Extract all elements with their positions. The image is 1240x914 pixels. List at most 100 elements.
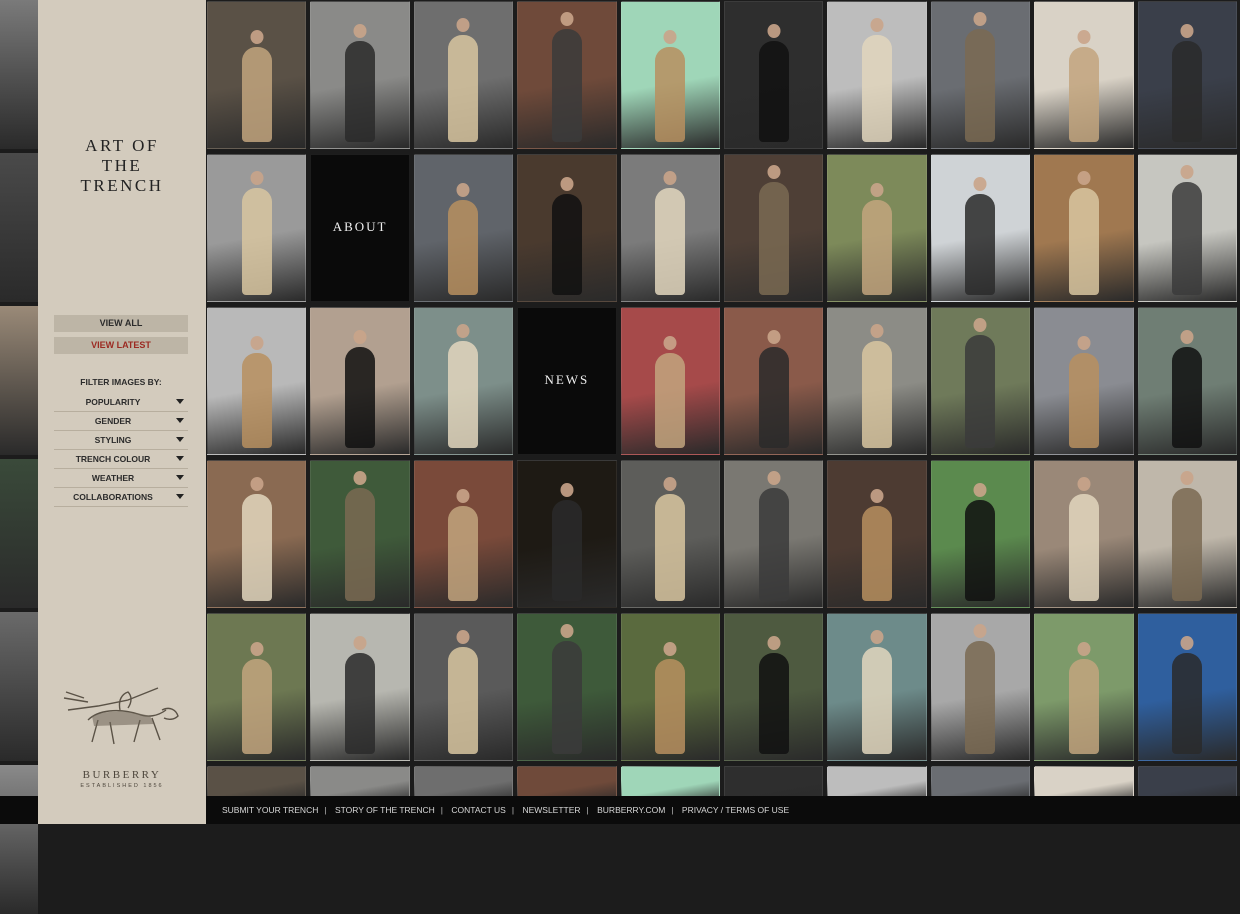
trench-figure: [862, 341, 893, 448]
photo-tile[interactable]: [827, 460, 927, 608]
filter-gender-dropdown[interactable]: GENDER: [54, 412, 188, 431]
photo-tile[interactable]: [930, 766, 1031, 796]
photo-tile[interactable]: [620, 1, 720, 149]
photo-tile[interactable]: [827, 766, 927, 796]
photo-tile[interactable]: [413, 1, 514, 149]
photo-tile[interactable]: [724, 766, 824, 796]
trench-figure: [758, 653, 789, 754]
figure-head: [663, 477, 677, 491]
footer-link-submit[interactable]: SUBMIT YOUR TRENCH: [222, 805, 318, 815]
filter-styling-dropdown[interactable]: STYLING: [54, 431, 188, 450]
trench-figure: [551, 194, 582, 295]
edge-photo[interactable]: [0, 765, 38, 914]
photo-tile[interactable]: [724, 154, 824, 302]
photo-tile[interactable]: [620, 154, 720, 302]
photo-tile[interactable]: [1034, 460, 1134, 608]
footer-link-burberry[interactable]: BURBERRY.COM: [597, 805, 665, 815]
photo-tile[interactable]: [724, 460, 824, 608]
photo-tile[interactable]: [517, 460, 617, 608]
figure-head: [456, 630, 470, 644]
about-tile[interactable]: ABOUT: [310, 154, 410, 302]
photo-tile[interactable]: [413, 613, 514, 761]
photo-tile[interactable]: [310, 613, 410, 761]
brand-name[interactable]: BURBERRY: [38, 769, 206, 781]
photo-tile[interactable]: [930, 460, 1031, 608]
figure-head: [870, 183, 884, 197]
photo-tile[interactable]: [724, 613, 824, 761]
trench-figure: [551, 29, 582, 142]
photo-tile[interactable]: [1034, 613, 1134, 761]
photo-tile[interactable]: [413, 154, 514, 302]
view-latest-button[interactable]: VIEW LATEST: [54, 337, 188, 354]
chevron-down-icon: [176, 475, 184, 480]
photo-tile[interactable]: [1137, 766, 1237, 796]
trench-figure: [1068, 659, 1099, 754]
photo-tile[interactable]: [930, 307, 1031, 455]
photo-tile[interactable]: [620, 460, 720, 608]
photo-tile[interactable]: [1034, 1, 1134, 149]
figure-head: [456, 489, 470, 503]
edge-photo[interactable]: [0, 459, 38, 608]
photo-tile[interactable]: [517, 613, 617, 761]
photo-tile[interactable]: [517, 1, 617, 149]
filter-weather-dropdown[interactable]: WEATHER: [54, 469, 188, 488]
photo-tile[interactable]: [930, 1, 1031, 149]
edge-photo[interactable]: [0, 153, 38, 302]
footer-link-newsletter[interactable]: NEWSLETTER: [522, 805, 580, 815]
footer-link-story[interactable]: STORY OF THE TRENCH: [335, 805, 435, 815]
footer-separator: |: [440, 805, 443, 815]
edge-photo[interactable]: [0, 0, 38, 149]
photo-tile[interactable]: [207, 766, 307, 796]
view-all-button[interactable]: VIEW ALL: [54, 315, 188, 332]
photo-tile[interactable]: [930, 154, 1031, 302]
photo-tile[interactable]: [1034, 307, 1134, 455]
filter-trench-colour-dropdown[interactable]: TRENCH COLOUR: [54, 450, 188, 469]
footer-link-contact[interactable]: CONTACT US: [451, 805, 505, 815]
photo-tile[interactable]: [413, 307, 514, 455]
photo-tile[interactable]: [1137, 154, 1237, 302]
photo-tile[interactable]: [827, 154, 927, 302]
photo-tile[interactable]: [827, 613, 927, 761]
figure-head: [250, 642, 264, 656]
photo-tile[interactable]: [1137, 307, 1237, 455]
photo-tile[interactable]: [1137, 613, 1237, 761]
photo-tile[interactable]: [620, 307, 720, 455]
photo-tile[interactable]: [207, 154, 307, 302]
photo-tile[interactable]: [724, 1, 824, 149]
footer-link-privacy[interactable]: PRIVACY / TERMS OF USE: [682, 805, 789, 815]
trench-figure: [448, 35, 479, 142]
figure-head: [456, 183, 470, 197]
photo-tile[interactable]: [207, 613, 307, 761]
photo-tile[interactable]: [930, 613, 1031, 761]
photo-tile[interactable]: [517, 766, 617, 796]
photo-tile[interactable]: [620, 613, 720, 761]
photo-tile[interactable]: [310, 1, 410, 149]
photo-tile[interactable]: [1034, 766, 1134, 796]
site-title[interactable]: ART OF THE TRENCH: [38, 136, 206, 196]
photo-tile[interactable]: [413, 766, 514, 796]
photo-tile[interactable]: [827, 1, 927, 149]
photo-tile[interactable]: [207, 1, 307, 149]
news-tile[interactable]: NEWS: [517, 307, 617, 455]
photo-tile[interactable]: [1137, 1, 1237, 149]
edge-photo[interactable]: [0, 306, 38, 455]
photo-tile[interactable]: [1034, 154, 1134, 302]
photo-tile[interactable]: [207, 460, 307, 608]
photo-tile[interactable]: [413, 460, 514, 608]
news-label: NEWS: [544, 372, 590, 387]
photo-tile[interactable]: [827, 307, 927, 455]
photo-tile[interactable]: [310, 460, 410, 608]
filter-popularity-dropdown[interactable]: POPULARITY: [54, 393, 188, 412]
filter-collaborations-dropdown[interactable]: COLLABORATIONS: [54, 488, 188, 507]
photo-tile[interactable]: [517, 154, 617, 302]
photo-tile[interactable]: [310, 307, 410, 455]
photo-tile[interactable]: [724, 307, 824, 455]
edge-photo[interactable]: [0, 612, 38, 761]
figure-head: [1180, 24, 1194, 38]
photo-tile[interactable]: [1137, 460, 1237, 608]
photo-tile[interactable]: [620, 766, 720, 796]
photo-tile[interactable]: [207, 307, 307, 455]
trench-figure: [1172, 182, 1203, 295]
figure-head: [560, 624, 574, 638]
photo-tile[interactable]: [310, 766, 410, 796]
